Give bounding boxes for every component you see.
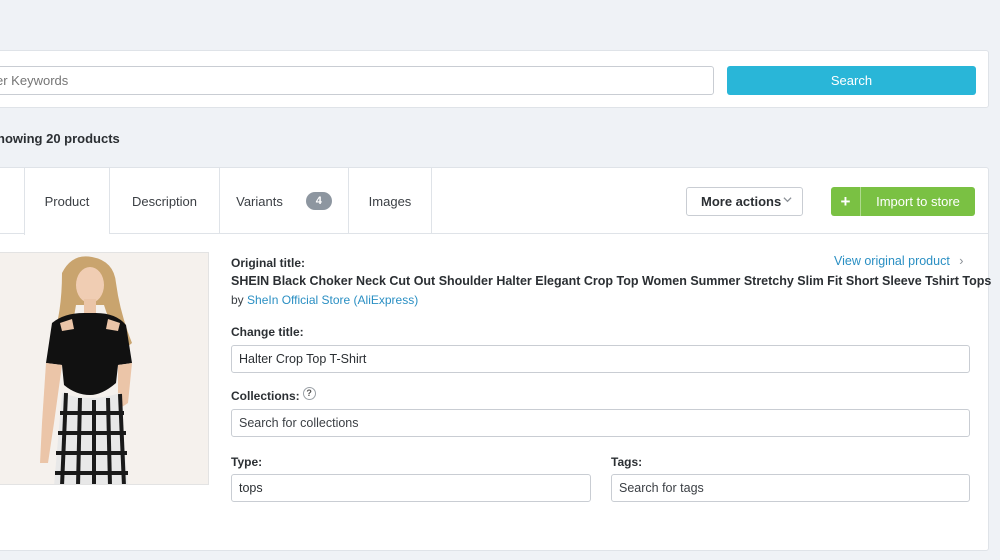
search-card: Search	[0, 50, 989, 108]
tags-placeholder: Search for tags	[619, 481, 704, 495]
product-card: Product Description Variants 4 Images Mo…	[0, 167, 992, 551]
store-link[interactable]: SheIn Official Store (AliExpress)	[247, 293, 418, 307]
plus-icon: +	[831, 187, 861, 216]
change-title-label: Change title:	[231, 325, 304, 339]
more-actions-label: More actions	[701, 194, 782, 209]
chevron-right-icon: ›	[959, 254, 964, 268]
type-value: tops	[239, 481, 263, 495]
tags-input[interactable]: Search for tags	[611, 474, 970, 502]
tab-label: Description	[131, 193, 198, 209]
collections-input[interactable]: Search for collections	[231, 409, 970, 437]
collections-label: Collections:	[231, 389, 300, 403]
tab-description[interactable]: Description	[109, 168, 219, 234]
change-title-value: Halter Crop Top T-Shirt	[239, 352, 367, 366]
import-to-store-button[interactable]: + Import to store	[831, 187, 975, 216]
help-icon[interactable]: ?	[302, 386, 316, 400]
by-prefix: by	[231, 293, 244, 307]
search-button[interactable]: Search	[727, 66, 976, 95]
import-label: Import to store	[876, 194, 960, 209]
original-title-text: SHEIN Black Choker Neck Cut Out Shoulder…	[231, 274, 992, 288]
tab-variants[interactable]: Variants 4	[219, 168, 348, 234]
original-title-label: Original title:	[231, 256, 306, 270]
collections-placeholder: Search for collections	[239, 416, 359, 430]
tab-images[interactable]: Images	[348, 168, 432, 234]
tab-label: Images	[368, 193, 412, 209]
view-original-label: View original product	[834, 254, 950, 268]
change-title-input[interactable]: Halter Crop Top T-Shirt	[231, 345, 970, 373]
chevron-down-icon	[783, 195, 792, 207]
type-input[interactable]: tops	[231, 474, 591, 502]
product-image	[0, 252, 209, 485]
tab-bar: Product Description Variants 4 Images Mo…	[0, 168, 988, 235]
view-original-product-link[interactable]: View original product ›	[834, 254, 963, 268]
collections-label-row: Collections:?	[231, 386, 316, 404]
tab-label: Variants	[236, 193, 283, 209]
tab-product[interactable]: Product	[24, 168, 109, 235]
tags-label: Tags:	[611, 455, 643, 469]
results-count: howing 20 products	[0, 131, 120, 146]
variants-count-badge: 4	[305, 192, 332, 210]
search-input[interactable]	[0, 66, 714, 95]
tab-label: Product	[44, 194, 90, 209]
tab-checkbox-area	[0, 168, 24, 234]
more-actions-dropdown[interactable]: More actions	[686, 187, 803, 216]
store-line: by SheIn Official Store (AliExpress)	[231, 293, 418, 307]
type-label: Type:	[231, 455, 263, 469]
